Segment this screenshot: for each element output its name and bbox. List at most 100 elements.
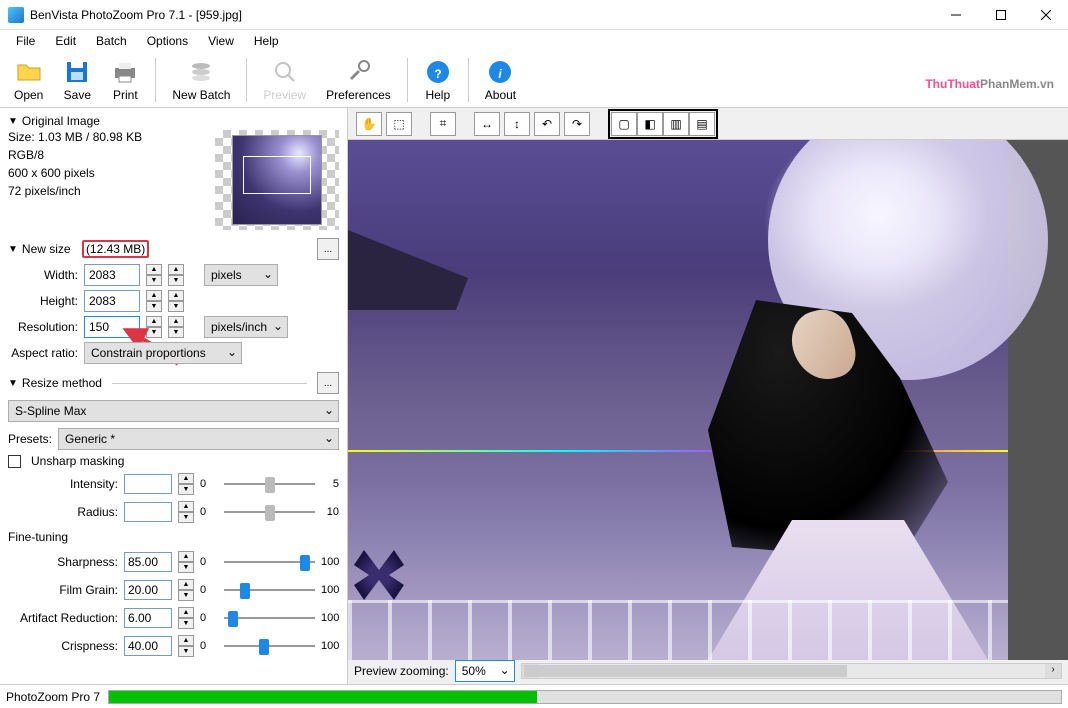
resolution-input[interactable] — [84, 316, 140, 338]
svg-text:?: ? — [434, 67, 441, 81]
menu-file[interactable]: File — [6, 32, 45, 50]
preview-panel: ✋ ⬚ ⌗ ↔ ↕ ↶ ↷ ▢ ◧ ▥ ▤ — [348, 108, 1068, 684]
view-quad-button[interactable]: ▤ — [689, 112, 715, 136]
height-input[interactable] — [84, 290, 140, 312]
flip-h-icon: ↔ — [481, 117, 493, 131]
menu-batch[interactable]: Batch — [86, 32, 137, 50]
rotate-ccw-button[interactable]: ↶ — [534, 112, 560, 136]
help-button[interactable]: ?Help — [416, 56, 460, 104]
menu-options[interactable]: Options — [137, 32, 198, 50]
progress-bar — [108, 690, 1062, 704]
menubar: File Edit Batch Options View Help — [0, 30, 1068, 52]
radius-input[interactable] — [124, 502, 172, 522]
width-up[interactable]: ▲ — [146, 264, 162, 275]
size-unit-select[interactable]: pixels — [204, 264, 278, 286]
flip-v-button[interactable]: ↕ — [504, 112, 530, 136]
height-label: Height: — [8, 294, 78, 308]
intensity-input[interactable] — [124, 474, 172, 494]
artifact-input[interactable] — [124, 608, 172, 628]
thumbnail[interactable] — [215, 130, 339, 230]
finetune-label: Fine-tuning — [8, 526, 339, 548]
new-size-options-button[interactable]: ... — [317, 238, 339, 260]
open-button[interactable]: Open — [6, 56, 51, 104]
batch-icon — [187, 58, 215, 86]
resize-method-header[interactable]: ▼ Resize method ... — [8, 370, 339, 396]
collapse-icon: ▼ — [8, 116, 18, 127]
hand-icon: ✋ — [362, 117, 377, 131]
preview-canvas[interactable] — [348, 140, 1068, 660]
width-step-down[interactable]: ▼ — [168, 275, 184, 286]
preview-zoom-select[interactable]: 50% — [455, 660, 515, 682]
status-app-name: PhotoZoom Pro 7 — [6, 690, 100, 704]
resize-method-select[interactable]: S-Spline Max — [8, 400, 339, 422]
titlebar: BenVista PhotoZoom Pro 7.1 - [959.jpg] — [0, 0, 1068, 30]
magnify-icon — [271, 58, 299, 86]
width-down[interactable]: ▼ — [146, 275, 162, 286]
crispness-label: Crispness: — [8, 639, 118, 653]
original-image-header[interactable]: ▼Original Image — [8, 112, 339, 130]
res-up[interactable]: ▲ — [146, 316, 162, 327]
original-resolution: 72 pixels/inch — [8, 184, 207, 198]
intensity-slider[interactable] — [224, 474, 315, 494]
save-button[interactable]: Save — [55, 56, 99, 104]
new-batch-button[interactable]: New Batch — [164, 56, 238, 104]
window-title: BenVista PhotoZoom Pro 7.1 - [959.jpg] — [30, 8, 933, 22]
sharpness-slider[interactable] — [224, 552, 315, 572]
view-split-h-icon: ◧ — [644, 117, 655, 131]
rotate-cw-button[interactable]: ↷ — [564, 112, 590, 136]
original-dims: 600 x 600 pixels — [8, 166, 207, 180]
height-down[interactable]: ▼ — [146, 301, 162, 312]
flip-h-button[interactable]: ↔ — [474, 112, 500, 136]
height-step-up[interactable]: ▲ — [168, 290, 184, 301]
marquee-tool-button[interactable]: ⬚ — [386, 112, 412, 136]
new-size-value: (12.43 MB) — [82, 240, 149, 258]
preview-button[interactable]: Preview — [255, 56, 314, 104]
unsharp-checkbox[interactable] — [8, 455, 21, 468]
preview-hscrollbar[interactable]: ‹ › — [521, 663, 1062, 679]
preview-toolbar: ✋ ⬚ ⌗ ↔ ↕ ↶ ↷ ▢ ◧ ▥ ▤ — [348, 108, 1068, 140]
view-single-button[interactable]: ▢ — [611, 112, 637, 136]
artifact-slider[interactable] — [224, 608, 315, 628]
sharpness-label: Sharpness: — [8, 555, 118, 569]
crop-button[interactable]: ⌗ — [430, 112, 456, 136]
width-step-up[interactable]: ▲ — [168, 264, 184, 275]
main-toolbar: Open Save Print New Batch Preview Prefer… — [0, 52, 1068, 108]
height-up[interactable]: ▲ — [146, 290, 162, 301]
height-step-down[interactable]: ▼ — [168, 301, 184, 312]
minimize-button[interactable] — [933, 0, 978, 30]
preferences-button[interactable]: Preferences — [318, 56, 399, 104]
scroll-right-button[interactable]: › — [1045, 664, 1061, 678]
new-size-header[interactable]: ▼ New size (12.43 MB) ... — [8, 236, 339, 262]
view-split-v-button[interactable]: ▥ — [663, 112, 689, 136]
crispness-slider[interactable] — [224, 636, 315, 656]
flip-v-icon: ↕ — [514, 117, 520, 131]
pan-tool-button[interactable]: ✋ — [356, 112, 382, 136]
radius-slider[interactable] — [224, 502, 315, 522]
res-step-up[interactable]: ▲ — [168, 316, 184, 327]
maximize-button[interactable] — [978, 0, 1023, 30]
presets-select[interactable]: Generic * — [58, 428, 339, 450]
filmgrain-input[interactable] — [124, 580, 172, 600]
collapse-icon: ▼ — [8, 244, 18, 255]
print-button[interactable]: Print — [103, 56, 147, 104]
view-split-h-button[interactable]: ◧ — [637, 112, 663, 136]
about-button[interactable]: iAbout — [477, 56, 524, 104]
width-input[interactable] — [84, 264, 140, 286]
res-step-down[interactable]: ▼ — [168, 327, 184, 338]
sharpness-input[interactable] — [124, 552, 172, 572]
menu-edit[interactable]: Edit — [45, 32, 86, 50]
res-down[interactable]: ▼ — [146, 327, 162, 338]
resolution-label: Resolution: — [8, 320, 78, 334]
settings-panel: ▼Original Image Size: 1.03 MB / 80.98 KB… — [0, 108, 348, 684]
menu-view[interactable]: View — [198, 32, 244, 50]
menu-help[interactable]: Help — [244, 32, 289, 50]
artifact-label: Artifact Reduction: — [8, 611, 118, 625]
close-button[interactable] — [1023, 0, 1068, 30]
resolution-unit-select[interactable]: pixels/inch — [204, 316, 288, 338]
aspect-ratio-select[interactable]: Constrain proportions — [84, 342, 242, 364]
view-quad-icon: ▤ — [696, 117, 707, 131]
filmgrain-slider[interactable] — [224, 580, 315, 600]
crispness-input[interactable] — [124, 636, 172, 656]
resize-options-button[interactable]: ... — [317, 372, 339, 394]
marquee-icon: ⬚ — [393, 117, 404, 131]
